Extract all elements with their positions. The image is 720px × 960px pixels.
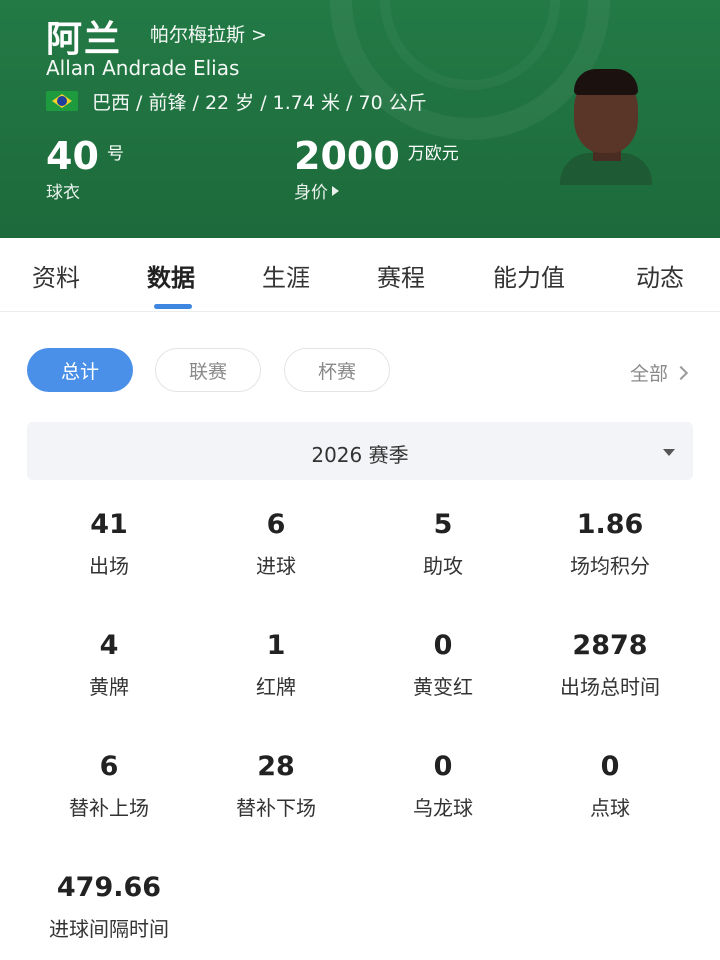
- player-info-row: 巴西 / 前锋 / 22 岁 / 1.74 米 / 70 公斤: [46, 88, 427, 114]
- jersey-unit: 号: [106, 144, 124, 164]
- chevron-right-icon: [673, 365, 689, 380]
- stat-item: 41 出场: [25, 508, 193, 579]
- player-name-en: Allan Andrade Elias: [46, 56, 240, 80]
- brazil-flag-icon: [46, 91, 78, 111]
- stat-label: 替补下场: [236, 796, 316, 820]
- all-competitions-link[interactable]: 全部: [630, 359, 689, 386]
- stat-label: 进球间隔时间: [49, 917, 169, 941]
- stat-value: 0: [600, 751, 620, 782]
- tab-career[interactable]: 生涯: [262, 258, 310, 293]
- stat-value: 28: [257, 751, 295, 782]
- stat-value: 4: [99, 630, 119, 661]
- market-value-block[interactable]: 2000 万欧元 身价: [294, 134, 459, 203]
- filter-cup[interactable]: 杯赛: [284, 348, 390, 392]
- stat-value: 1.86: [576, 509, 644, 540]
- stat-label: 出场总时间: [560, 675, 660, 699]
- stat-label: 黄牌: [89, 675, 129, 699]
- stat-item: 0 黄变红: [359, 629, 527, 700]
- stat-item: 479.66 进球间隔时间: [25, 871, 193, 942]
- stat-label: 出场: [89, 554, 129, 578]
- play-arrow-icon: [332, 185, 339, 196]
- stat-item: 5 助攻: [359, 508, 527, 579]
- stat-item: 0 乌龙球: [359, 750, 527, 821]
- stat-item: 1.86 场均积分: [526, 508, 694, 579]
- stat-label: 进球: [256, 554, 296, 578]
- stat-label: 红牌: [256, 675, 296, 699]
- market-value-unit: 万欧元: [407, 144, 459, 164]
- player-name-cn: 阿兰: [46, 19, 123, 60]
- season-value: 2026 赛季: [311, 443, 409, 467]
- tab-news[interactable]: 动态: [636, 258, 684, 293]
- stat-item: 0 点球: [526, 750, 694, 821]
- stat-value: 6: [99, 751, 119, 782]
- player-photo: [560, 65, 652, 185]
- stat-value: 2878: [572, 630, 648, 661]
- tab-profile[interactable]: 资料: [32, 258, 80, 293]
- jersey-block: 40 号 球衣: [46, 134, 124, 203]
- stat-value: 0: [433, 751, 453, 782]
- stat-item: 28 替补下场: [192, 750, 360, 821]
- tab-bar: 资料 数据 生涯 赛程 能力值 动态: [0, 238, 720, 312]
- filter-league[interactable]: 联赛: [155, 348, 261, 392]
- stat-item: 6 替补上场: [25, 750, 193, 821]
- tab-schedule[interactable]: 赛程: [377, 258, 425, 293]
- filter-total[interactable]: 总计: [27, 348, 133, 392]
- season-select[interactable]: 2026 赛季: [27, 422, 693, 480]
- player-info: 巴西 / 前锋 / 22 岁 / 1.74 米 / 70 公斤: [92, 91, 427, 114]
- stat-label: 助攻: [423, 554, 463, 578]
- stat-item: 2878 出场总时间: [526, 629, 694, 700]
- stat-value: 0: [433, 630, 453, 661]
- stat-value: 479.66: [56, 872, 162, 903]
- stat-item: 1 红牌: [192, 629, 360, 700]
- dropdown-arrow-icon: [663, 449, 675, 456]
- club-link[interactable]: 帕尔梅拉斯 >: [150, 20, 267, 47]
- stat-label: 场均积分: [570, 554, 650, 578]
- market-value: 2000: [294, 134, 400, 178]
- active-tab-indicator: [154, 304, 192, 309]
- jersey-label: 球衣: [46, 183, 80, 203]
- stat-label: 黄变红: [413, 675, 473, 699]
- tab-stats[interactable]: 数据: [147, 258, 195, 293]
- player-header: 阿兰 帕尔梅拉斯 > Allan Andrade Elias 巴西 / 前锋 /…: [0, 0, 720, 238]
- stat-label: 乌龙球: [413, 796, 473, 820]
- stat-value: 5: [433, 509, 453, 540]
- stat-item: 4 黄牌: [25, 629, 193, 700]
- stat-value: 41: [90, 509, 128, 540]
- tab-ability[interactable]: 能力值: [493, 258, 565, 293]
- stat-item: 6 进球: [192, 508, 360, 579]
- jersey-number: 40: [46, 134, 99, 178]
- stat-label: 点球: [590, 796, 630, 820]
- all-label: 全部: [630, 363, 669, 385]
- stat-value: 1: [266, 630, 286, 661]
- market-value-label: 身价: [294, 183, 328, 203]
- stat-label: 替补上场: [69, 796, 149, 820]
- stat-value: 6: [266, 509, 286, 540]
